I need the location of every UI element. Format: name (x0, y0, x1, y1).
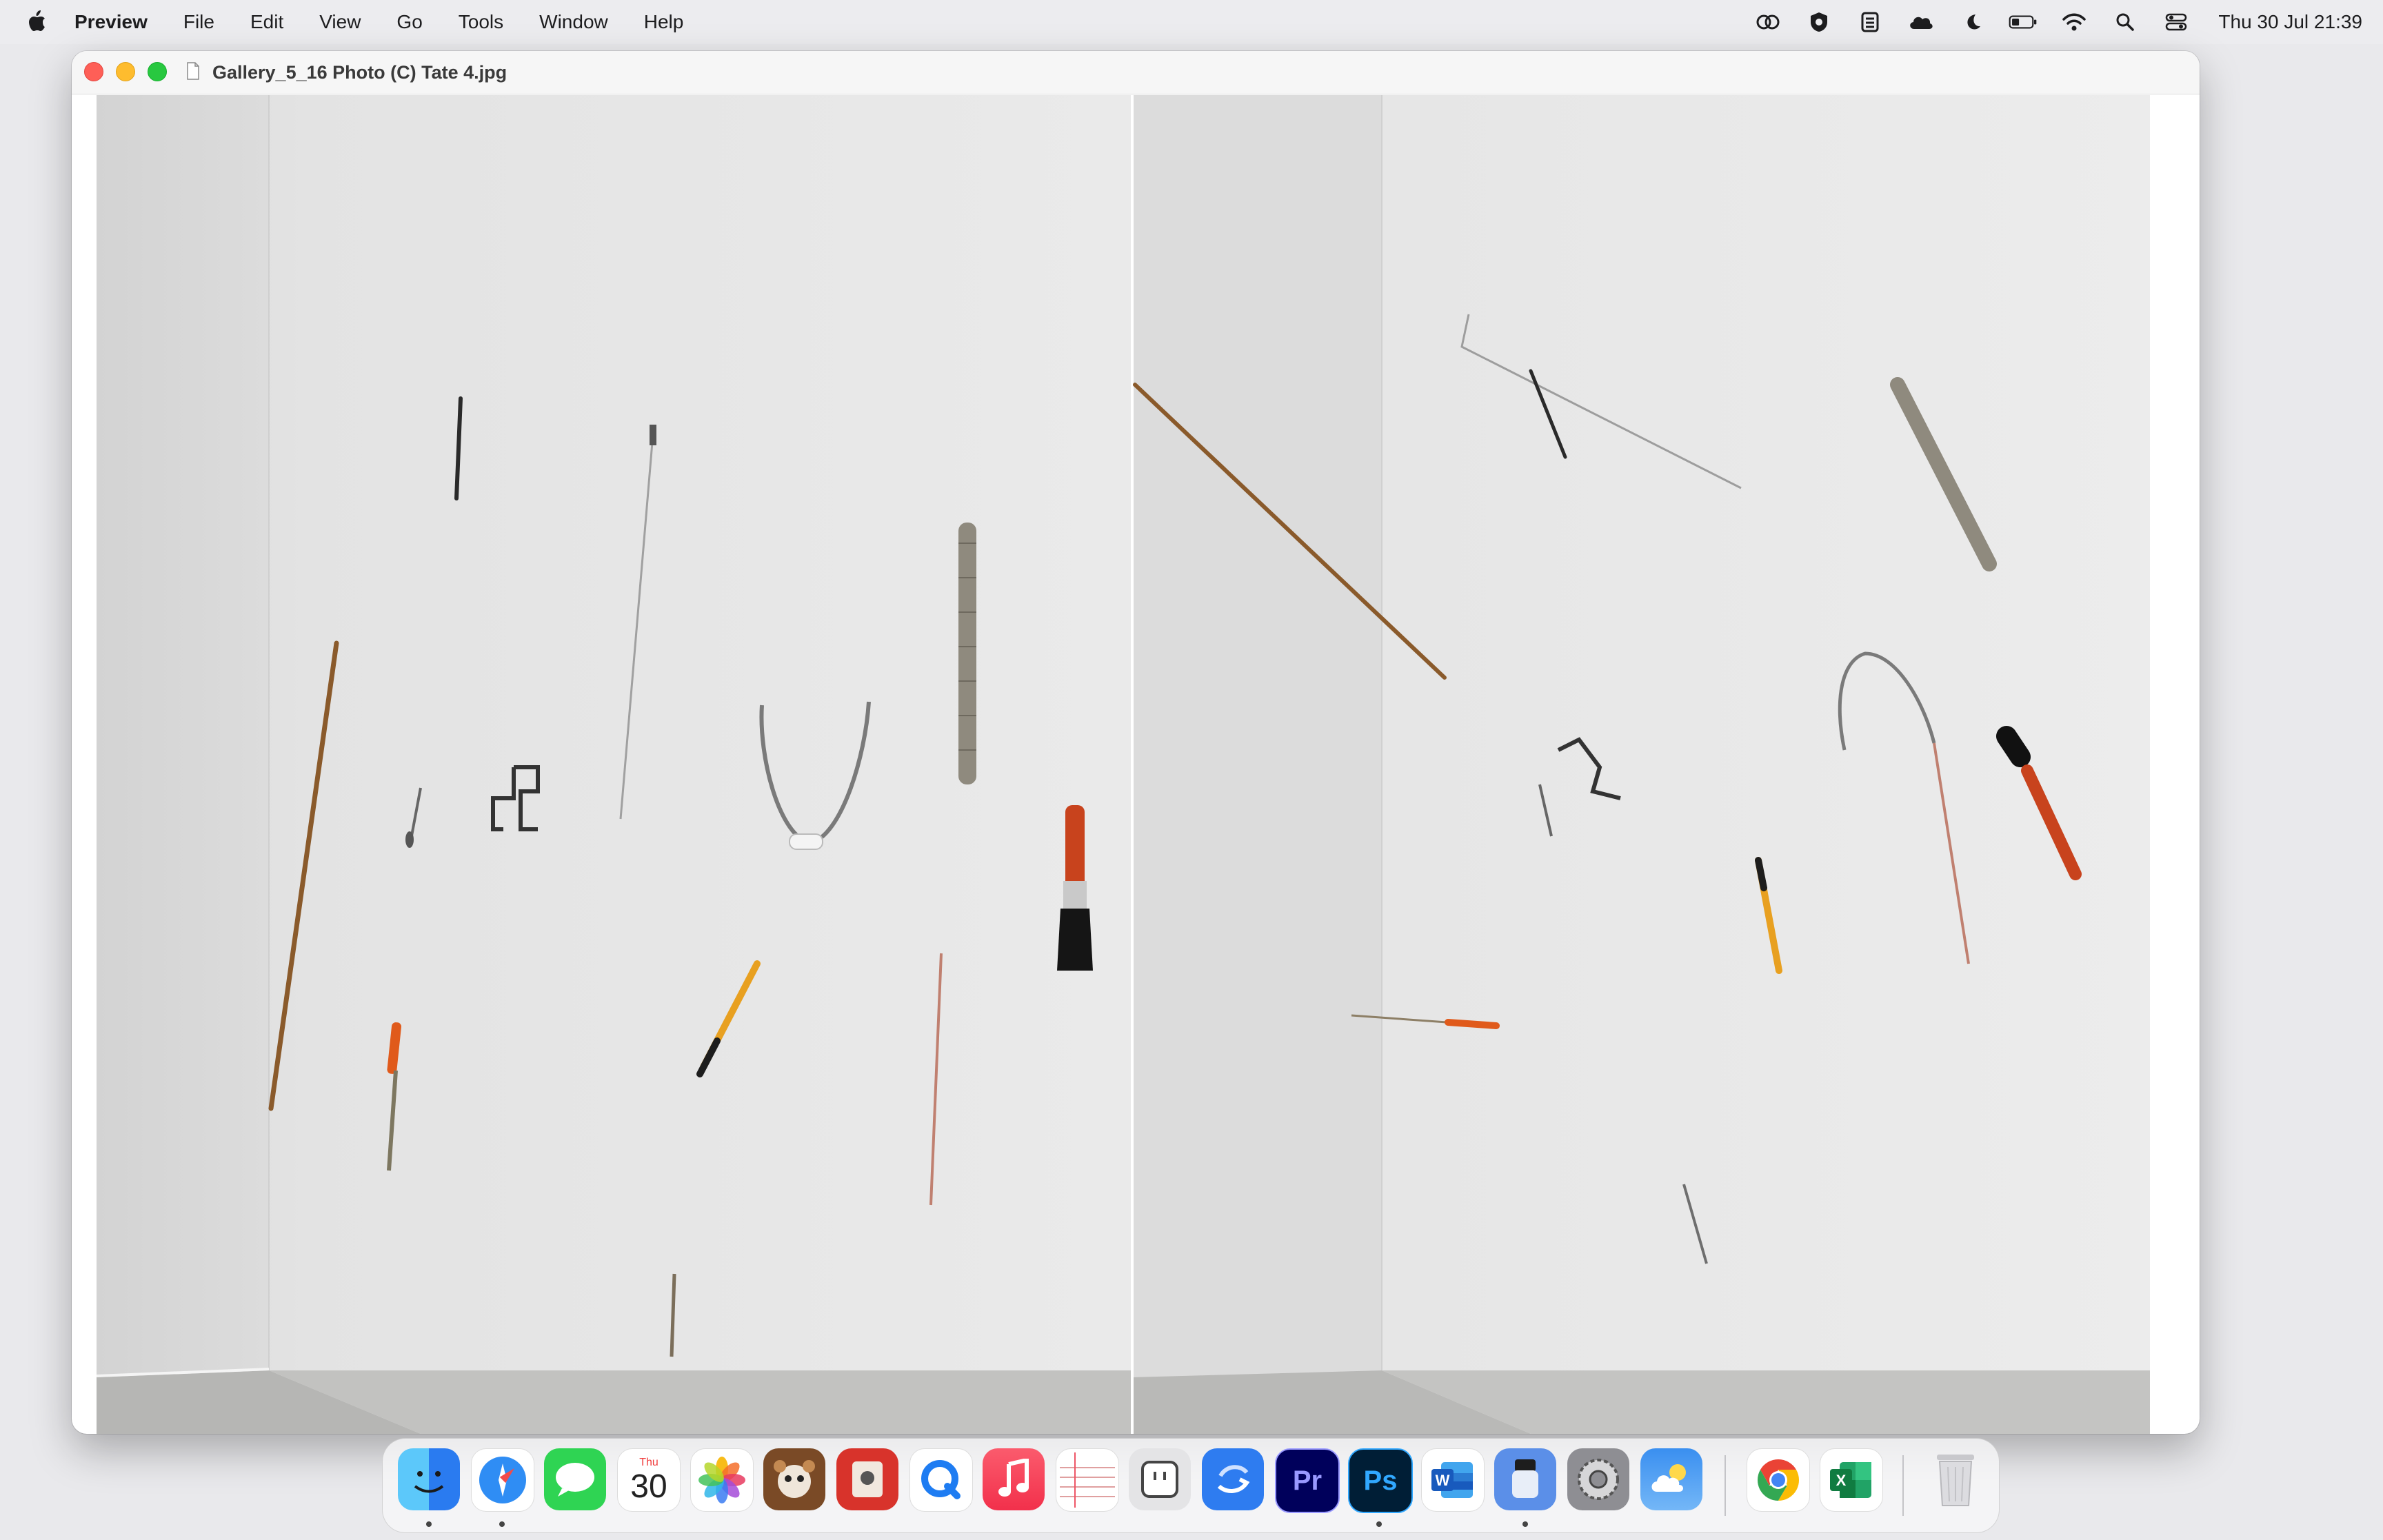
vpn-shield-icon[interactable] (1804, 10, 1833, 34)
dock-weather[interactable] (1640, 1448, 1702, 1510)
document-icon (187, 62, 199, 80)
minimize-button[interactable] (116, 62, 135, 81)
running-indicator-finder (426, 1521, 432, 1527)
creative-cloud-icon[interactable] (1753, 10, 1782, 34)
gallery-photo (97, 95, 2173, 1434)
dock-notes[interactable] (1056, 1448, 1119, 1512)
control-center-icon[interactable] (2162, 10, 2191, 34)
dock-trash[interactable] (1924, 1448, 1987, 1510)
dock-calendar[interactable]: Thu 30 (617, 1448, 681, 1512)
menu-help[interactable]: Help (644, 11, 684, 33)
dock-premiere-pro[interactable]: Pr (1275, 1448, 1340, 1513)
calendar-month: Thu (639, 1457, 658, 1468)
search-icon[interactable] (2111, 10, 2140, 34)
menu-file[interactable]: File (183, 11, 214, 33)
dock: Thu 30 Pr Ps W X (382, 1438, 2000, 1533)
zoom-button[interactable] (148, 62, 167, 81)
wifi-icon[interactable] (2060, 10, 2089, 34)
dock-quicktime[interactable] (909, 1448, 973, 1512)
dock-messages[interactable] (544, 1448, 606, 1510)
dock-system-settings[interactable] (1567, 1448, 1629, 1510)
menu-go[interactable]: Go (396, 11, 422, 33)
dock-chrome[interactable] (1747, 1448, 1810, 1512)
dock-excel[interactable]: X (1820, 1448, 1883, 1512)
moon-icon[interactable] (1958, 10, 1987, 34)
battery-icon[interactable] (2009, 10, 2038, 34)
menu-window[interactable]: Window (539, 11, 608, 33)
apple-menu-icon[interactable] (26, 10, 47, 33)
dock-music[interactable] (983, 1448, 1045, 1510)
dock-mouse-app[interactable] (763, 1448, 825, 1510)
menu-view[interactable]: View (319, 11, 361, 33)
running-indicator-photoshop (1376, 1521, 1382, 1527)
dock-migrate-app[interactable] (1202, 1448, 1264, 1510)
menu-clock[interactable]: Thu 30 Jul 21:39 (2218, 11, 2362, 33)
dock-photo-booth[interactable] (836, 1448, 898, 1510)
cloud-icon[interactable] (1907, 10, 1935, 34)
preview-window: Gallery_5_16 Photo (C) Tate 4.jpg (72, 51, 2200, 1434)
dock-photoshop[interactable]: Ps (1348, 1448, 1413, 1513)
running-indicator-disk-app (1522, 1521, 1528, 1527)
menu-tools[interactable]: Tools (459, 11, 503, 33)
dock-separator-trash (1902, 1455, 1904, 1516)
dock-widget-app[interactable] (1129, 1448, 1191, 1510)
dock-word[interactable]: W (1421, 1448, 1485, 1512)
dock-disk-app[interactable] (1494, 1448, 1556, 1510)
close-button[interactable] (84, 62, 103, 81)
stats-icon[interactable] (1856, 10, 1884, 34)
window-titlebar[interactable]: Gallery_5_16 Photo (C) Tate 4.jpg (72, 51, 2200, 94)
menu-app-name[interactable]: Preview (74, 11, 148, 33)
dock-separator (1725, 1455, 1726, 1516)
dock-photos[interactable] (690, 1448, 754, 1512)
svg-text:W: W (1436, 1472, 1450, 1489)
svg-text:X: X (1836, 1472, 1847, 1489)
menu-bar: Preview File Edit View Go Tools Window H… (0, 0, 2383, 44)
dock-safari[interactable] (471, 1448, 534, 1512)
window-title: Gallery_5_16 Photo (C) Tate 4.jpg (212, 62, 507, 83)
menu-edit[interactable]: Edit (250, 11, 283, 33)
dock-finder[interactable] (398, 1448, 460, 1510)
calendar-day: 30 (630, 1468, 667, 1505)
running-indicator-safari (499, 1521, 505, 1527)
